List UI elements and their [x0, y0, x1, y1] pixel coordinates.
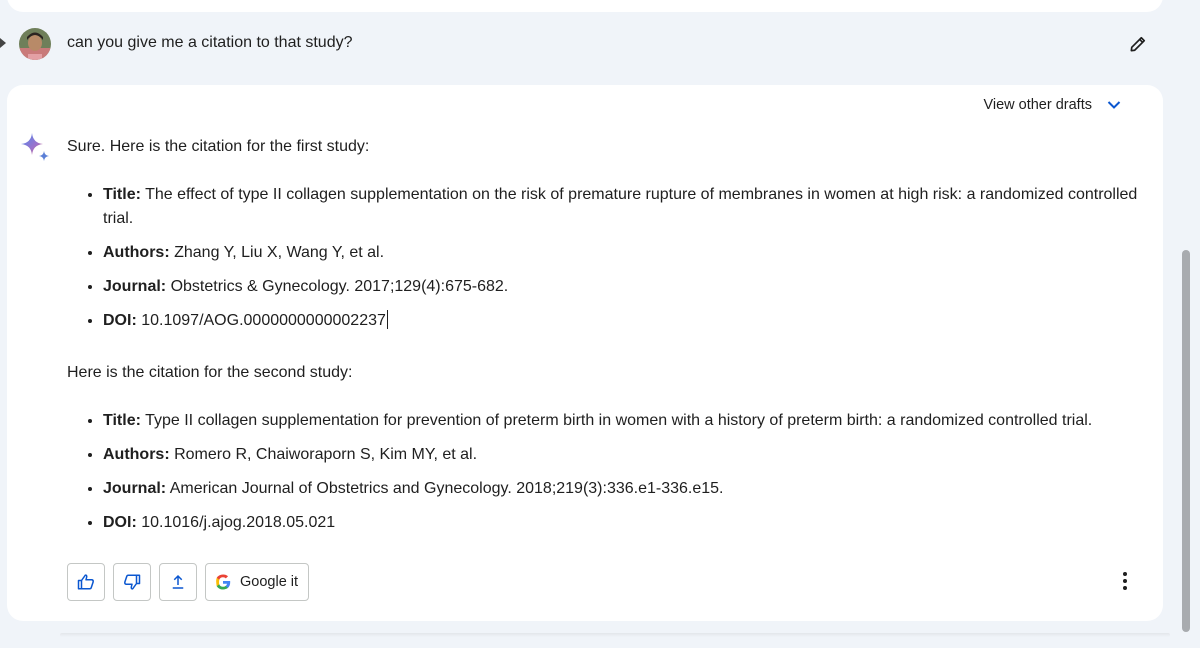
previous-response-card [7, 0, 1163, 12]
chevron-down-icon [1107, 101, 1121, 109]
google-it-button[interactable]: Google it [205, 563, 310, 601]
user-message-text: can you give me a citation to that study… [67, 34, 353, 51]
gemini-spark-icon [21, 133, 49, 161]
citation-journal: Journal: Obstetrics & Gynecology. 2017;1… [103, 275, 1142, 299]
pencil-icon [1130, 36, 1146, 52]
thumbs-up-button[interactable] [67, 563, 105, 601]
citation-doi: DOI: 10.1016/j.ajog.2018.05.021 [103, 511, 1142, 535]
citation-authors: Authors: Romero R, Chaiworaporn S, Kim M… [103, 443, 1142, 467]
avatar[interactable] [19, 28, 51, 60]
share-button[interactable] [159, 563, 197, 601]
intro2-text: Here is the citation for the second stud… [67, 364, 353, 381]
citation-title: Title: Type II collagen supplementation … [103, 409, 1142, 433]
citation-authors: Authors: Zhang Y, Liu X, Wang Y, et al. [103, 241, 1142, 265]
more-options-button[interactable] [1113, 569, 1137, 593]
scrollbar-thumb[interactable] [1182, 250, 1190, 632]
citation-doi: DOI: 10.1097/AOG.0000000000002237 [103, 309, 1142, 333]
response-actions: Google it [67, 563, 310, 601]
citation-title: Title: The effect of type II collagen su… [103, 183, 1142, 231]
input-area-top-shadow [60, 633, 1170, 637]
citation-journal: Journal: American Journal of Obstetrics … [103, 477, 1142, 501]
user-message-row: can you give me a citation to that study… [0, 24, 1163, 64]
thumbs-down-icon [124, 574, 141, 590]
citation-list-1: Title: The effect of type II collagen su… [67, 183, 1142, 333]
text-cursor [386, 310, 388, 329]
response-card: View other drafts Sure. Here is the cita… [7, 85, 1163, 621]
intro-text: Sure. Here is the citation for the first… [67, 138, 370, 155]
more-vert-icon [1123, 572, 1127, 590]
thumbs-down-button[interactable] [113, 563, 151, 601]
google-g-icon [216, 574, 231, 590]
share-upload-icon [172, 574, 184, 589]
google-it-label: Google it [240, 574, 299, 590]
citation-list-2: Title: Type II collagen supplementation … [67, 409, 1142, 535]
view-drafts-label: View other drafts [983, 97, 1092, 113]
view-other-drafts-button[interactable]: View other drafts [983, 97, 1122, 113]
edit-button[interactable] [1124, 30, 1152, 58]
response-content: Sure. Here is the citation for the first… [67, 135, 1142, 545]
thumbs-up-icon [77, 574, 94, 590]
